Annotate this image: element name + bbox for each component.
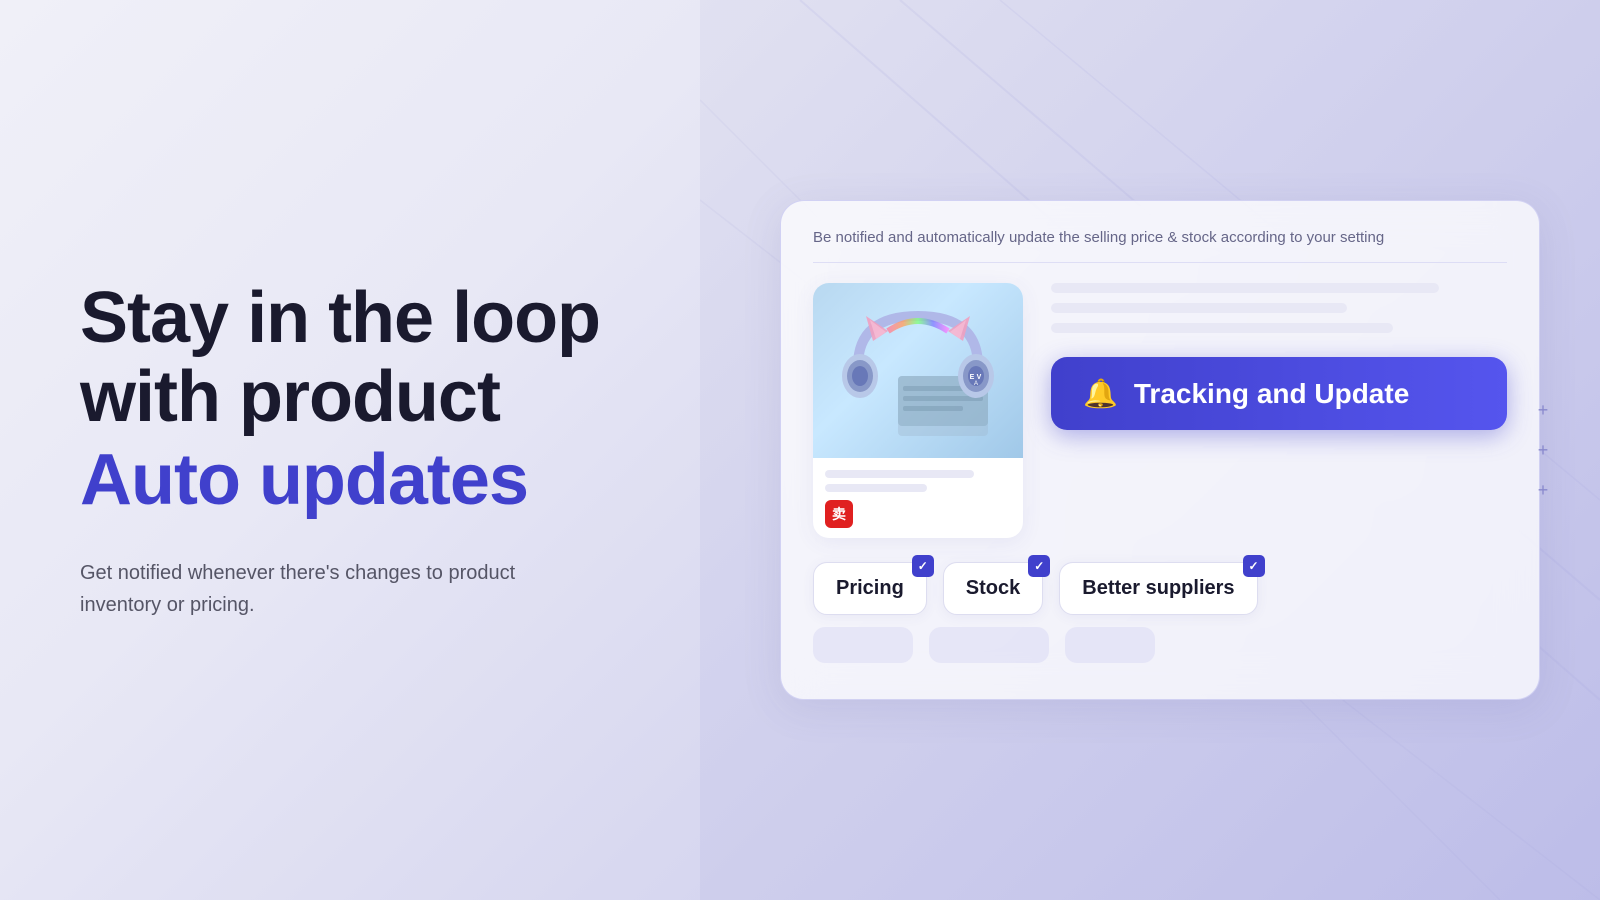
description-text: Get notified whenever there's changes to… (80, 557, 520, 621)
product-card: E V A (813, 283, 1023, 538)
dot-block-2 (929, 627, 1049, 663)
tracking-button-label: Tracking and Update (1134, 378, 1409, 410)
detail-line-2 (1051, 303, 1347, 313)
tracking-button[interactable]: 🔔 Tracking and Update (1051, 357, 1507, 430)
detail-line-1 (1051, 283, 1439, 293)
tags-row: Pricing ✓ Stock ✓ Better suppliers ✓ (813, 562, 1507, 615)
tag-better-suppliers[interactable]: Better suppliers ✓ (1059, 562, 1257, 615)
right-content: Be notified and automatically update the… (780, 200, 1540, 700)
product-line-1 (825, 470, 974, 478)
detail-lines (1051, 283, 1507, 333)
tag-pricing[interactable]: Pricing ✓ (813, 562, 927, 615)
product-info: 卖 (813, 458, 1023, 538)
pricing-check-icon: ✓ (912, 555, 934, 577)
better-suppliers-check-icon: ✓ (1243, 555, 1265, 577)
detail-line-3 (1051, 323, 1393, 333)
bell-icon: 🔔 (1083, 377, 1118, 410)
headline: Stay in the loop with product Auto updat… (80, 279, 630, 521)
headline-accent: Auto updates (80, 442, 630, 521)
stock-check-icon: ✓ (1028, 555, 1050, 577)
headline-line1: Stay in the loop (80, 278, 600, 358)
product-row: E V A (813, 283, 1507, 538)
card-subtitle: Be notified and automatically update the… (813, 229, 1507, 263)
left-content: Stay in the loop with product Auto updat… (80, 279, 630, 621)
tag-pricing-label: Pricing (836, 577, 904, 600)
dot-block-3 (1065, 627, 1155, 663)
headline-line2: with product (80, 357, 500, 437)
tag-better-suppliers-label: Better suppliers (1082, 577, 1234, 600)
product-line-2 (825, 484, 927, 492)
dot-block-1 (813, 627, 913, 663)
tag-stock[interactable]: Stock ✓ (943, 562, 1043, 615)
product-image: E V A (813, 283, 1023, 458)
aliexpress-logo: 卖 (825, 500, 853, 528)
product-details: 🔔 Tracking and Update (1051, 283, 1507, 430)
svg-text:E: E (970, 374, 975, 381)
main-card: Be notified and automatically update the… (780, 200, 1540, 700)
plus-icon-2: + (1531, 438, 1555, 462)
tag-stock-label: Stock (966, 577, 1020, 600)
plus-icons: + + + (1531, 398, 1555, 502)
plus-icon-1: + (1531, 398, 1555, 422)
dots-row (813, 627, 1507, 663)
svg-text:A: A (974, 381, 978, 387)
svg-text:V: V (977, 374, 982, 381)
plus-icon-3: + (1531, 478, 1555, 502)
